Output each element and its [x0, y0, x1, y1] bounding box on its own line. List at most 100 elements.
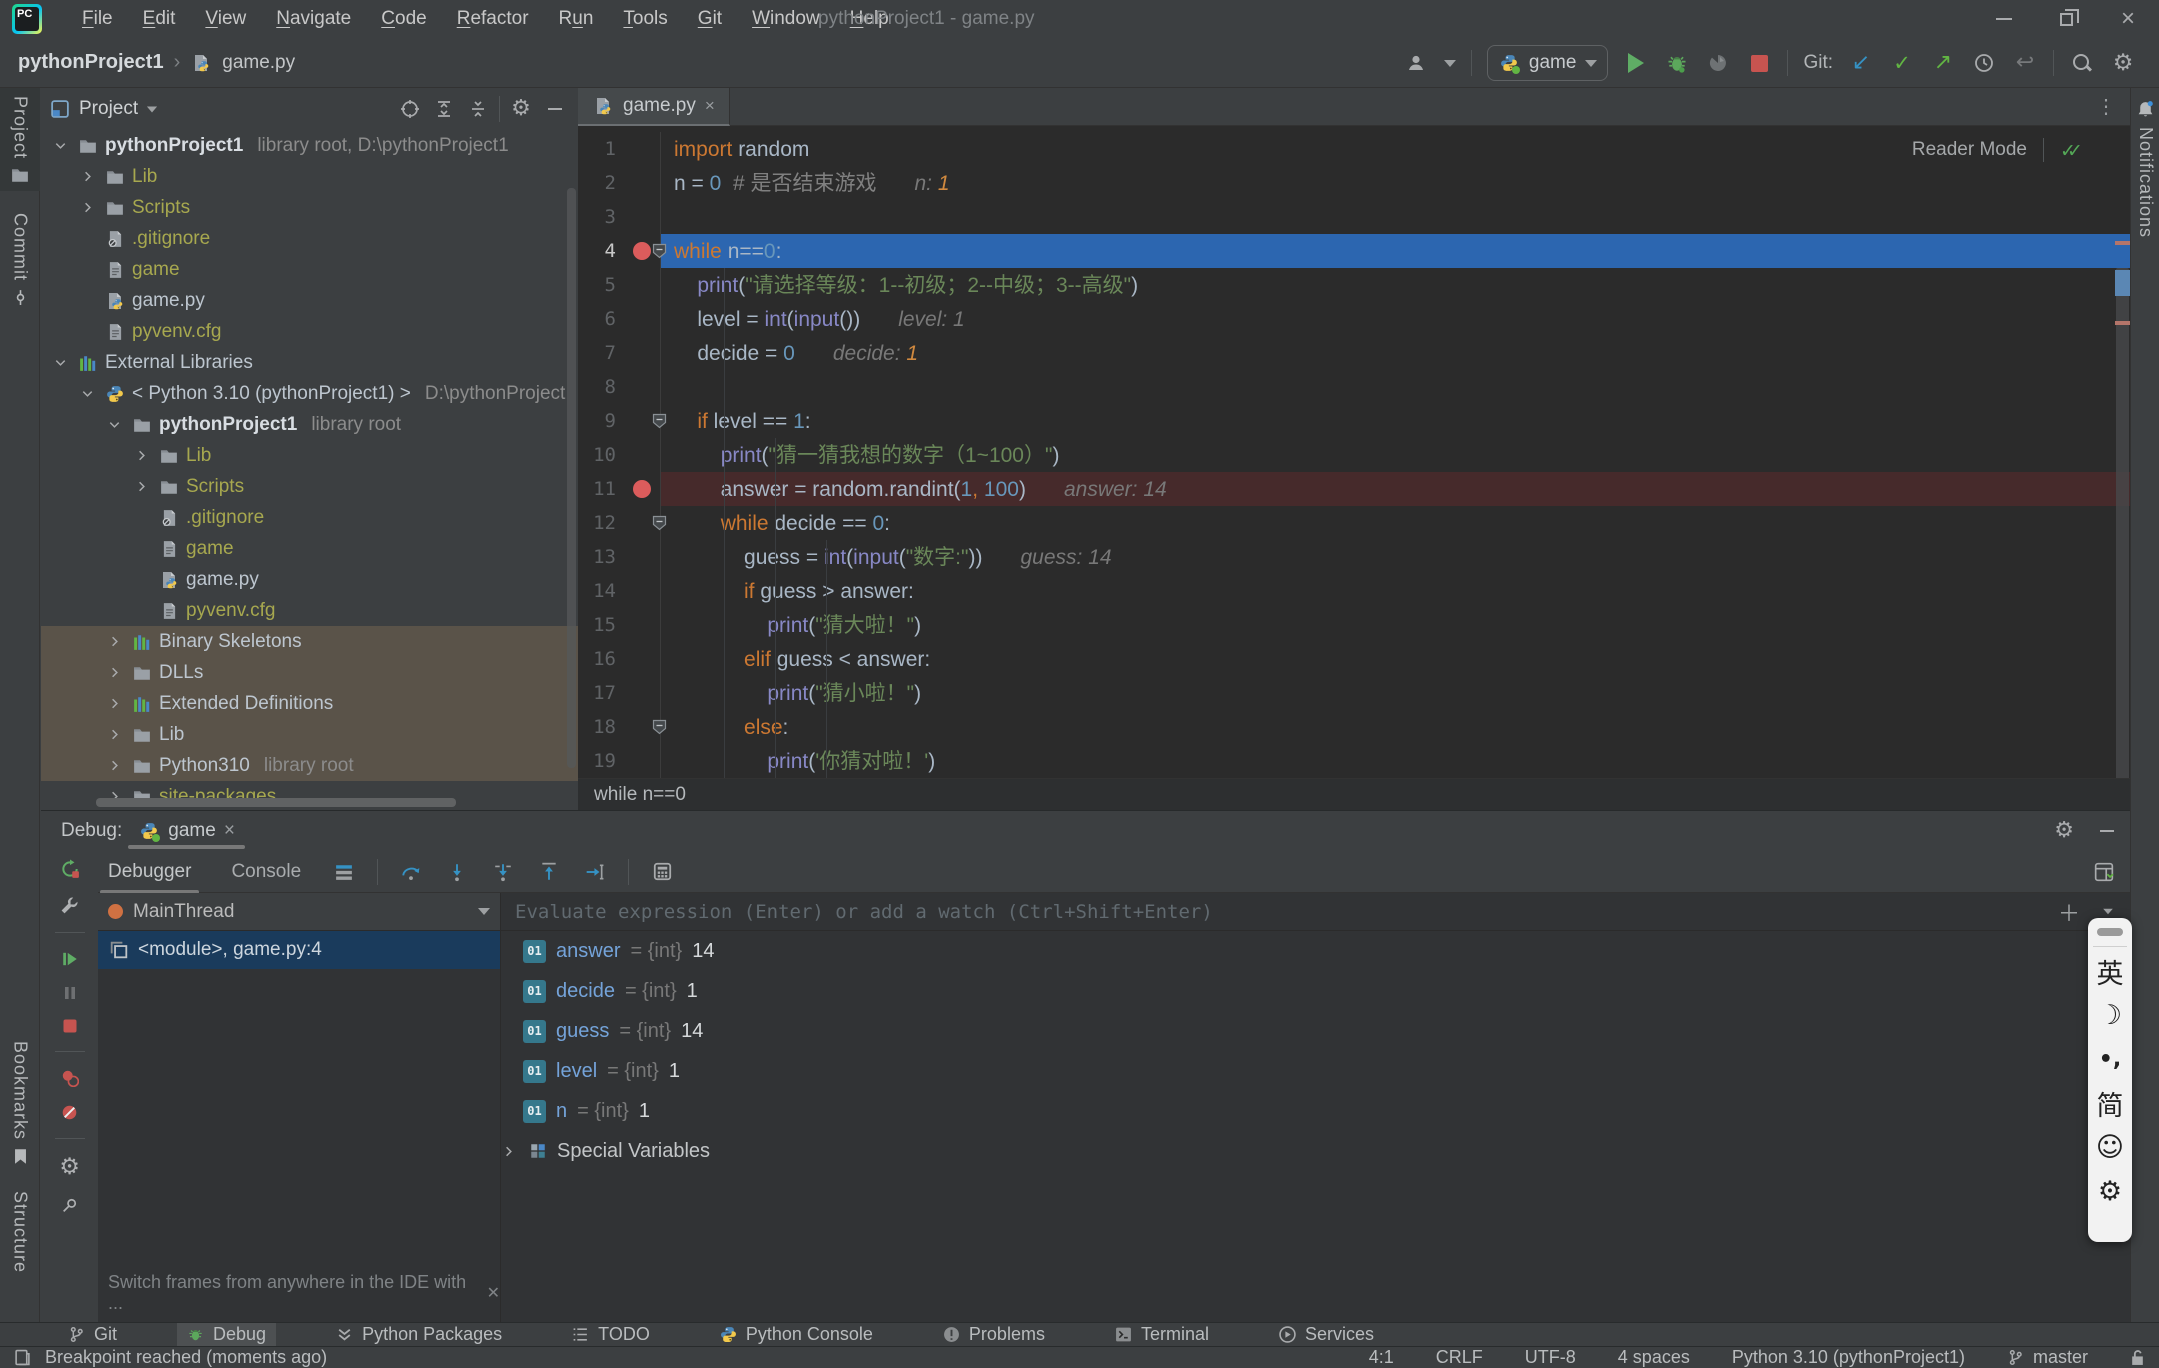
close-session-icon[interactable]: × — [224, 820, 235, 842]
step-over-icon[interactable] — [398, 859, 424, 885]
menu-item-code[interactable]: Code — [369, 4, 438, 34]
tree-item--gitignore[interactable]: .gitignore — [41, 502, 578, 533]
evaluate-expression-field[interactable]: Evaluate expression (Enter) or add a wat… — [501, 893, 2130, 931]
stripe-current-line-mark[interactable] — [2115, 270, 2130, 296]
tree-item-pythonproject1[interactable]: pythonProject1library root, D:\pythonPro… — [41, 130, 578, 161]
user-icon[interactable] — [1403, 50, 1429, 76]
run-config-select[interactable]: game — [1487, 45, 1609, 81]
variable-row-level[interactable]: 01level= {int}1 — [501, 1051, 2130, 1091]
tab-debugger[interactable]: Debugger — [98, 855, 201, 889]
pause-program-icon[interactable] — [62, 985, 78, 1001]
search-everywhere-icon[interactable] — [2069, 50, 2095, 76]
stop-debug-icon[interactable] — [62, 1018, 78, 1034]
debug-column-settings-gear-icon[interactable]: ⚙ — [59, 1156, 80, 1180]
code-line-7[interactable]: 7 decide = 0decide: 1 — [578, 336, 2130, 370]
status-widget-crlf[interactable]: CRLF — [1436, 1347, 1483, 1368]
ime-language-toggle[interactable]: 英 — [2097, 949, 2124, 993]
close-hint-icon[interactable]: ✕ — [487, 1283, 500, 1303]
chevron-right-icon[interactable] — [103, 758, 125, 773]
code-line-19[interactable]: 19 print('你猜对啦！') — [578, 744, 2130, 778]
mute-breakpoints-icon[interactable] — [61, 1104, 78, 1121]
tree-item-pyvenv-cfg[interactable]: pyvenv.cfg — [41, 595, 578, 626]
ime-minimize-handle[interactable] — [2097, 928, 2123, 936]
ime-fullwidth-moon-icon[interactable]: ☽ — [2098, 993, 2122, 1037]
close-tab-icon[interactable]: × — [705, 96, 715, 116]
tab-game-py[interactable]: game.py × — [578, 88, 730, 126]
debug-settings-gear-icon[interactable]: ⚙ — [2054, 820, 2074, 842]
toolbar-tab-python-packages[interactable]: Python Packages — [326, 1323, 512, 1347]
ime-emoji-icon[interactable]: ☺ — [2096, 1125, 2124, 1169]
chevron-down-icon[interactable] — [2103, 909, 2113, 915]
locate-file-icon[interactable] — [397, 96, 423, 122]
tree-item-game[interactable]: game — [41, 533, 578, 564]
code-line-1[interactable]: 1import random — [578, 132, 2130, 166]
menu-item-git[interactable]: Git — [686, 4, 734, 34]
run-to-cursor-icon[interactable] — [582, 859, 608, 885]
rerun-debug-icon[interactable] — [60, 859, 80, 879]
code-line-5[interactable]: 5 print("请选择等级：1--初级；2--中级；3--高级") — [578, 268, 2130, 302]
toolbar-tab-services[interactable]: Services — [1269, 1323, 1384, 1347]
user-dropdown-icon[interactable] — [1444, 60, 1456, 67]
ime-simplified-toggle[interactable]: 简 — [2097, 1081, 2124, 1125]
code-line-8[interactable]: 8 — [578, 370, 2130, 404]
step-into-icon[interactable] — [444, 859, 470, 885]
chevron-right-icon[interactable] — [76, 200, 98, 215]
toolbar-tab-git[interactable]: Git — [58, 1323, 127, 1347]
editor-scrollbar[interactable] — [2116, 268, 2129, 778]
add-watch-icon[interactable]: ＋ — [2058, 896, 2080, 928]
code-line-6[interactable]: 6 level = int(input())level: 1 — [578, 302, 2130, 336]
hide-panel-icon[interactable] — [542, 96, 568, 122]
view-breakpoints-icon[interactable] — [61, 1069, 79, 1087]
status-widget-master[interactable]: master — [2007, 1347, 2088, 1368]
fold-marker-icon[interactable] — [652, 515, 667, 531]
git-commit-icon[interactable]: ✓ — [1889, 50, 1915, 76]
tree-item--python-3-10-pythonproject1-[interactable]: < Python 3.10 (pythonProject1) >D:\pytho… — [41, 378, 578, 409]
stack-frame-row[interactable]: <module>, game.py:4 — [98, 931, 500, 969]
tool-button-project[interactable]: Project — [0, 88, 40, 191]
editor-options-icon[interactable]: ⋮ — [2096, 94, 2116, 119]
tool-button-notifications[interactable]: Notifications — [2131, 92, 2159, 246]
stripe-mark[interactable] — [2115, 321, 2130, 325]
tree-item-lib[interactable]: Lib — [41, 719, 578, 750]
code-line-4[interactable]: 4while n==0: — [578, 234, 2130, 268]
chevron-right-icon[interactable] — [103, 727, 125, 742]
code-area[interactable]: 1import random2n = 0 # 是否结束游戏n: 134while… — [578, 126, 2130, 778]
vertical-scrollbar[interactable] — [567, 188, 576, 768]
status-widget-python-3-10-pythonproject1-[interactable]: Python 3.10 (pythonProject1) — [1732, 1347, 1965, 1368]
code-line-13[interactable]: 13 guess = int(input("数字:"))guess: 14 — [578, 540, 2130, 574]
tree-item-pyvenv-cfg[interactable]: pyvenv.cfg — [41, 316, 578, 347]
chevron-right-icon[interactable] — [76, 169, 98, 184]
expand-all-icon[interactable] — [431, 96, 457, 122]
breadcrumb-project[interactable]: pythonProject1 — [18, 51, 164, 74]
history-icon[interactable] — [1971, 50, 1997, 76]
pin-tab-icon[interactable] — [61, 1197, 78, 1214]
status-widget-4-spaces[interactable]: 4 spaces — [1618, 1347, 1690, 1368]
run-button[interactable] — [1623, 50, 1649, 76]
tree-item-game-py[interactable]: game.py — [41, 564, 578, 595]
toolbar-tab-todo[interactable]: TODO — [562, 1323, 660, 1347]
chevron-right-icon[interactable] — [103, 665, 125, 680]
code-line-18[interactable]: 18 else: — [578, 710, 2130, 744]
fold-marker-icon[interactable] — [652, 413, 667, 429]
code-line-3[interactable]: 3 — [578, 200, 2130, 234]
code-line-17[interactable]: 17 print("猜小啦！") — [578, 676, 2130, 710]
project-panel-title[interactable]: Project — [79, 98, 138, 120]
tree-item-game[interactable]: game — [41, 254, 578, 285]
chevron-down-icon[interactable] — [49, 355, 71, 370]
tree-item-extended-definitions[interactable]: Extended Definitions — [41, 688, 578, 719]
chevron-right-icon[interactable] — [130, 448, 152, 463]
menu-item-view[interactable]: View — [193, 4, 258, 34]
code-line-16[interactable]: 16 elif guess < answer: — [578, 642, 2130, 676]
tab-console[interactable]: Console — [221, 855, 311, 889]
resume-program-icon[interactable] — [61, 950, 79, 968]
stop-button[interactable] — [1746, 50, 1772, 76]
chevron-right-icon[interactable] — [103, 696, 125, 711]
tool-button-structure[interactable]: Structure — [0, 1183, 40, 1289]
error-stripe[interactable] — [2114, 126, 2130, 778]
tree-item-binary-skeletons[interactable]: Binary Skeletons — [41, 626, 578, 657]
code-line-15[interactable]: 15 print("猜大啦！") — [578, 608, 2130, 642]
collapse-all-icon[interactable] — [465, 96, 491, 122]
debug-button[interactable] — [1664, 50, 1690, 76]
special-variables-row[interactable]: Special Variables — [501, 1131, 2130, 1171]
chevron-down-icon[interactable] — [49, 138, 71, 153]
